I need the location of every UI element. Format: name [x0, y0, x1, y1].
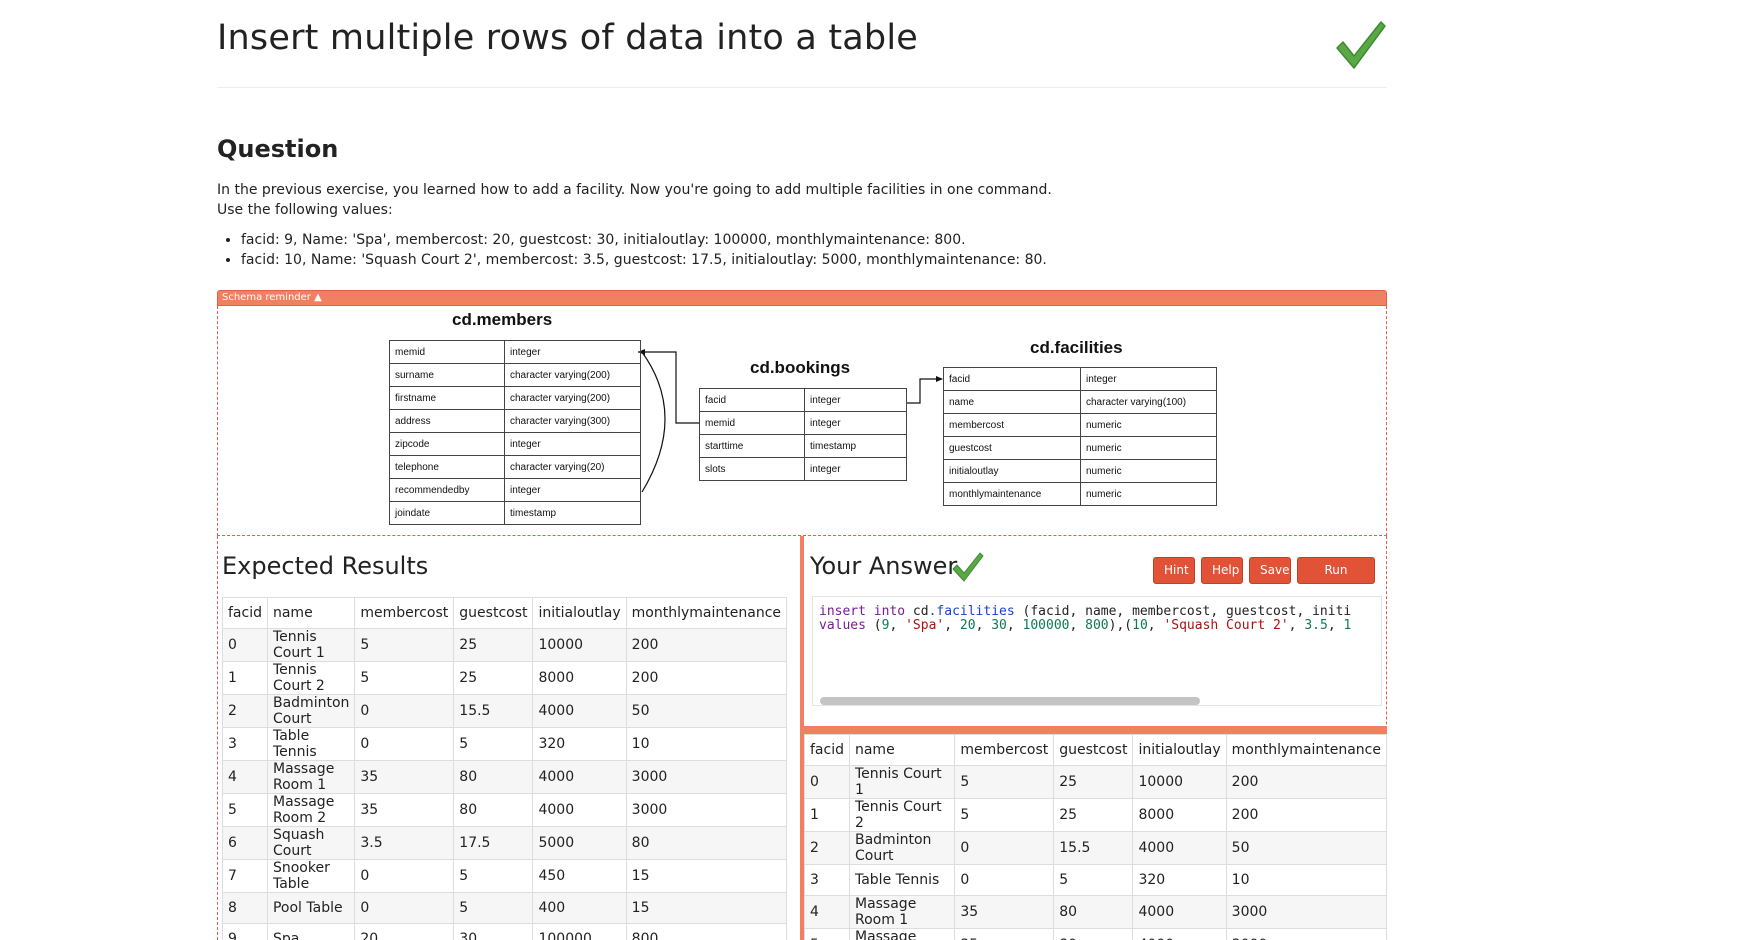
table-row: 1 Tennis Court 2 5 25 8000 200 [804, 798, 1387, 832]
table-row: 4 Massage Room 1 35 80 4000 3000 [222, 760, 788, 794]
help-button[interactable]: Help [1201, 557, 1243, 584]
members-schema-table: memid integer surname character varying(20… [389, 340, 641, 525]
save-button[interactable]: Save [1249, 557, 1291, 584]
your-answer-heading: Your Answer [810, 552, 958, 580]
table-row: 1 Tennis Court 2 5 25 8000 200 [222, 661, 788, 695]
sql-editor[interactable]: insert into cd.facilities (facid, name, … [812, 596, 1382, 706]
table-row: 9 Spa 20 30 100000 800 [222, 923, 788, 940]
facilities-table-title: cd.facilities [1030, 338, 1123, 357]
checkmark-icon [952, 552, 984, 582]
question-line: Use the following values: [217, 202, 393, 218]
bookings-table-title: cd.bookings [750, 358, 851, 377]
resize-splitter[interactable] [804, 726, 1387, 734]
sql-code[interactable]: insert into cd.facilities (facid, name, … [819, 605, 1351, 633]
list-item: facid: 10, Name: 'Squash Court 2', membe… [241, 250, 1047, 270]
run-query-button[interactable]: Run Query [1297, 557, 1375, 602]
expected-results-heading: Expected Results [222, 552, 429, 580]
question-text: In the previous exercise, you learned ho… [217, 180, 1052, 220]
page-title: Insert multiple rows of data into a tabl… [217, 18, 918, 58]
table-row: 4 Massage Room 1 35 80 4000 3000 [804, 895, 1387, 929]
bookings-schema-table: facid integer memid integer starttime times… [699, 388, 907, 481]
values-list: facid: 9, Name: 'Spa', membercost: 20, g… [241, 230, 1047, 270]
table-row: 2 Badminton Court 0 15.5 4000 50 [804, 831, 1387, 865]
facilities-schema-table: facid integer name character varying(100) … [943, 367, 1217, 506]
table-row: 7 Snooker Table 0 5 450 15 [222, 859, 788, 893]
table-header-row: facid name membercost guestcost initialoutla… [222, 597, 788, 629]
schema-diagram: cd.members memid integer surname character… [217, 306, 1387, 536]
schema-reminder-toggle[interactable]: Schema reminder ▲ [217, 290, 1387, 306]
expected-results-panel: Expected Results facid name membercost gues… [217, 536, 792, 940]
table-row: 5Massage Room 2358040003000 [222, 793, 788, 827]
your-answer-panel: Your Answer Hint Help Save Run Query ins… [800, 536, 1387, 940]
table-row: 3 Table Tennis 0 5 320 10 [804, 864, 1387, 896]
horizontal-scrollbar[interactable] [820, 697, 1200, 705]
table-row: 0 Tennis Court 1 5 25 10000 200 [222, 628, 788, 662]
table-row: 2 Badminton Court 0 15.5 4000 50 [222, 694, 788, 728]
question-line: In the previous exercise, you learned ho… [217, 182, 1052, 198]
members-table-title: cd.members [452, 310, 553, 329]
expected-results-table: facid name membercost guestcost initialoutla… [222, 597, 788, 940]
question-heading: Question [217, 135, 339, 163]
answer-results-container: facid name membercost guestcost initialoutla… [804, 734, 1387, 940]
table-row: 6 Squash Court 3.5 17.5 5000 80 [222, 826, 788, 860]
table-row: 3 Table Tennis 0 5 320 10 [222, 727, 788, 761]
table-row: 5Massage Room 2358040003000 [804, 928, 1387, 940]
table-row: 8 Pool Table 0 5 400 15 [222, 892, 788, 924]
checkmark-icon [1336, 21, 1386, 69]
table-row: 0 Tennis Court 1 5 25 10000 200 [804, 765, 1387, 799]
title-row: Insert multiple rows of data into a tabl… [217, 18, 1387, 88]
hint-button[interactable]: Hint [1153, 557, 1195, 584]
answer-results-table: facid name membercost guestcost initialoutla… [804, 734, 1387, 940]
table-header-row: facid name membercost guestcost initialoutla… [804, 734, 1387, 766]
schema-reminder-label: Schema reminder ▲ [222, 292, 322, 303]
list-item: facid: 9, Name: 'Spa', membercost: 20, g… [241, 230, 1047, 250]
